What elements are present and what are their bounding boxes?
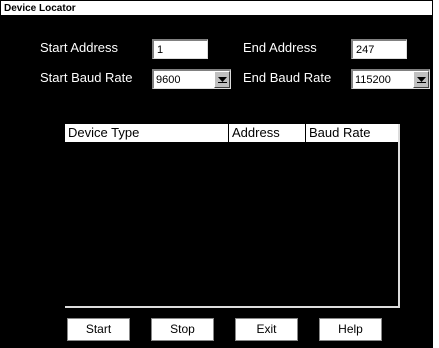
column-header-device-type[interactable]: Device Type [65, 124, 229, 142]
end-baud-rate-select[interactable]: 115200 [351, 69, 430, 89]
start-baud-rate-value: 9600 [156, 74, 181, 86]
chevron-down-icon [218, 77, 227, 83]
table-header: Device Type Address Baud Rate [65, 124, 398, 142]
end-baud-rate-label: End Baud Rate [243, 70, 332, 85]
help-button[interactable]: Help [319, 318, 382, 341]
start-baud-dropdown-button[interactable] [214, 71, 230, 88]
start-baud-rate-select[interactable]: 9600 [152, 69, 231, 89]
end-baud-rate-value: 115200 [355, 74, 391, 86]
device-table[interactable]: Device Type Address Baud Rate [65, 124, 400, 308]
end-address-label: End Address [243, 40, 317, 55]
device-locator-window: Device Locator Start Address 1 End Addre… [0, 0, 433, 348]
start-address-label: Start Address [40, 40, 119, 55]
exit-button[interactable]: Exit [235, 318, 298, 341]
start-address-input[interactable]: 1 [152, 39, 208, 59]
column-header-address[interactable]: Address [229, 124, 306, 142]
end-address-input[interactable]: 247 [351, 39, 407, 59]
column-header-baud-rate[interactable]: Baud Rate [306, 124, 398, 142]
start-button[interactable]: Start [67, 318, 130, 341]
stop-button[interactable]: Stop [151, 318, 214, 341]
title-bar: Device Locator [0, 0, 433, 16]
window-title: Device Locator [4, 3, 76, 14]
end-baud-dropdown-button[interactable] [413, 71, 429, 88]
start-baud-rate-label: Start Baud Rate [40, 70, 133, 85]
chevron-down-icon [417, 77, 426, 83]
